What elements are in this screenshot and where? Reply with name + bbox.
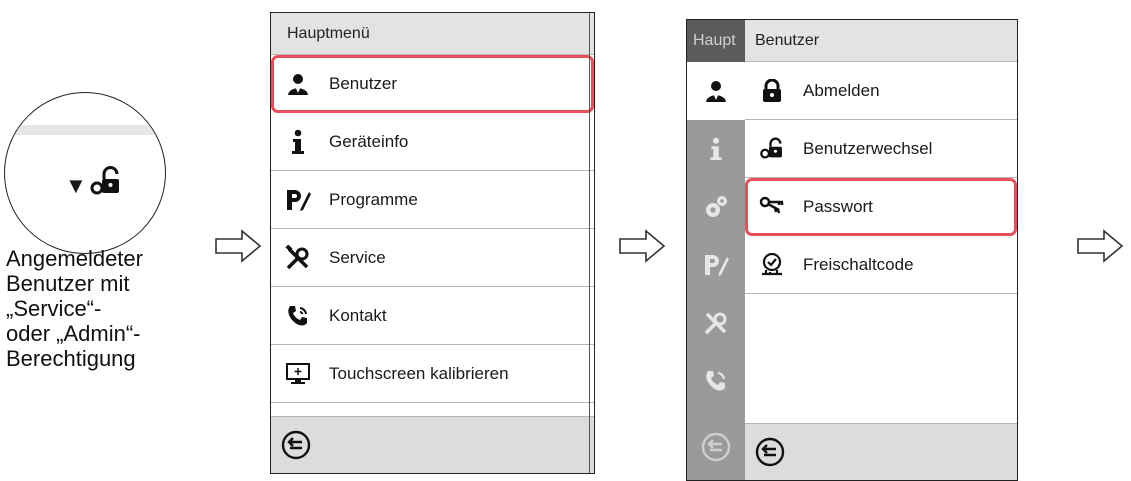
- touchscreen-icon: [285, 361, 311, 387]
- user-menu-screen: Haupt Benutzer Abmelden Benutzerwechsel …: [686, 19, 1018, 481]
- status-caption: Angemeldeter Benutzer mit „Service“- ode…: [6, 246, 196, 371]
- user-menu-content: Benutzer Abmelden Benutzerwechsel Passwo…: [745, 20, 1017, 480]
- rail-item-service[interactable]: [687, 294, 745, 352]
- main-menu-footer: [271, 416, 594, 473]
- rail-item-contact[interactable]: [687, 352, 745, 410]
- caption-line: Angemeldeter: [6, 246, 143, 271]
- user-icon: [285, 71, 311, 97]
- gears-icon: [706, 196, 727, 217]
- menu-item-label: Freischaltcode: [803, 254, 914, 274]
- menu-item-programme[interactable]: Programme: [271, 171, 594, 229]
- user-icon: [706, 81, 726, 102]
- main-menu-screen: Hauptmenü Benutzer Geräteinfo Programme …: [270, 12, 595, 474]
- lock-icon: [759, 78, 785, 104]
- next-arrow-icon: [215, 229, 262, 263]
- menu-item-freischaltcode[interactable]: Freischaltcode: [745, 236, 1017, 294]
- info-icon: [285, 129, 311, 155]
- code-key-icon: [759, 252, 785, 278]
- menu-item-label: Service: [329, 247, 386, 267]
- program-icon: [285, 187, 311, 213]
- key-lock-icon[interactable]: [89, 165, 123, 199]
- next-arrow-icon: [1077, 229, 1124, 263]
- phone-icon: [285, 303, 311, 329]
- menu-item-kontakt[interactable]: Kontakt: [271, 287, 594, 345]
- menu-item-label: Programme: [329, 189, 418, 209]
- key-lock-icon: [759, 136, 785, 162]
- menu-item-touchscreen-kalibrieren[interactable]: Touchscreen kalibrieren: [271, 345, 594, 403]
- menu-item-label: Geräteinfo: [329, 131, 409, 151]
- rail-item-info[interactable]: [687, 120, 745, 178]
- menu-item-abmelden[interactable]: Abmelden: [745, 62, 1017, 120]
- menu-item-geraeteinfo[interactable]: Geräteinfo: [271, 113, 594, 171]
- dropdown-triangle-icon[interactable]: ▼: [65, 175, 87, 197]
- rail-item-user[interactable]: [687, 62, 745, 120]
- info-icon: [710, 137, 722, 160]
- menu-item-label: Touchscreen kalibrieren: [329, 363, 509, 383]
- menu-item-service[interactable]: Service: [271, 229, 594, 287]
- back-icon: [701, 432, 731, 462]
- user-menu-footer: [745, 423, 1017, 480]
- back-icon[interactable]: [281, 430, 311, 460]
- menu-item-label: Benutzerwechsel: [803, 138, 933, 158]
- tools-icon: [285, 244, 311, 271]
- rail-main-menu-tab[interactable]: Haupt: [687, 20, 745, 62]
- program-icon: [705, 255, 729, 276]
- rail-item-programs[interactable]: [687, 236, 745, 294]
- caption-line: „Service“-: [6, 296, 102, 321]
- menu-item-label: Benutzer: [329, 73, 398, 93]
- caption-line: Benutzer mit: [6, 271, 130, 296]
- user-menu-title: Benutzer: [745, 20, 1017, 62]
- menu-item-label: Passwort: [803, 196, 873, 216]
- caption-line: Berechtigung: [6, 346, 136, 371]
- rail-back-button[interactable]: [687, 418, 745, 476]
- main-menu-title: Hauptmenü: [271, 13, 594, 55]
- side-nav-rail: Haupt: [687, 20, 745, 480]
- login-status-magnifier: ▼: [4, 92, 166, 254]
- menu-item-benutzerwechsel[interactable]: Benutzerwechsel: [745, 120, 1017, 178]
- menu-item-label: Abmelden: [803, 80, 880, 100]
- back-icon[interactable]: [755, 437, 785, 467]
- next-arrow-icon: [619, 229, 666, 263]
- keys-icon: [759, 194, 785, 220]
- menu-item-label: Kontakt: [329, 305, 387, 325]
- tools-icon: [704, 312, 727, 335]
- menu-item-passwort[interactable]: Passwort: [745, 178, 1017, 236]
- menu-item-benutzer[interactable]: Benutzer: [271, 55, 594, 113]
- phone-icon: [706, 371, 725, 391]
- rail-item-settings[interactable]: [687, 178, 745, 236]
- caption-line: oder „Admin“-: [6, 321, 141, 346]
- status-bar-strip: [5, 125, 165, 135]
